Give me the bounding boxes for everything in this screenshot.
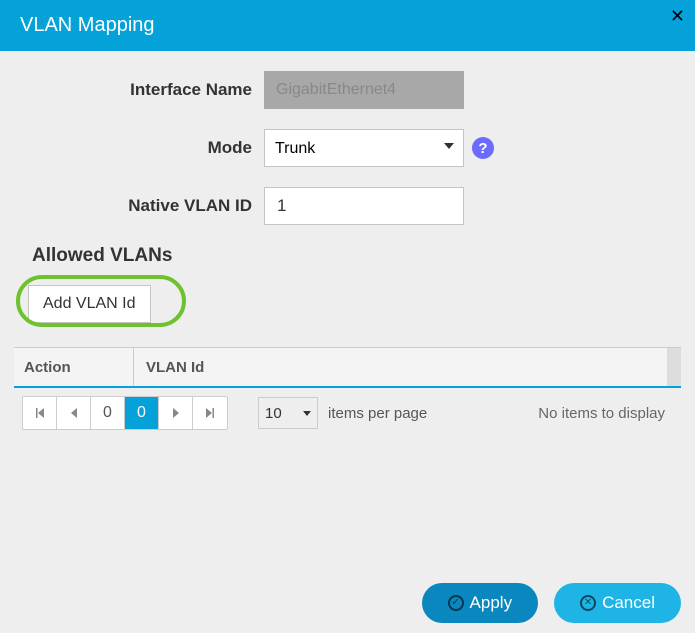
cancel-button[interactable]: ✕ Cancel <box>554 583 681 623</box>
last-page-icon <box>206 408 214 418</box>
pager: 0 0 <box>22 396 228 430</box>
dialog-header: VLAN Mapping ✕ <box>0 0 695 51</box>
mode-select-wrap: Trunk <box>264 129 464 167</box>
pager-page-left: 0 <box>91 397 125 429</box>
close-icon[interactable]: ✕ <box>670 6 685 27</box>
items-per-page-label: items per page <box>328 405 427 422</box>
chevron-down-icon <box>303 411 311 416</box>
add-vlan-button[interactable]: Add VLAN Id <box>28 285 151 323</box>
dialog-body: Interface Name Mode Trunk ? Native VLAN … <box>0 51 695 438</box>
page-size-select[interactable]: 10 <box>258 397 318 429</box>
mode-select[interactable]: Trunk <box>264 129 464 167</box>
help-icon[interactable]: ? <box>472 137 494 159</box>
check-icon: ✓ <box>448 595 464 611</box>
label-mode: Mode <box>14 138 264 158</box>
no-items-label: No items to display <box>538 405 665 422</box>
vlan-table: Action VLAN Id <box>14 347 681 438</box>
dialog-footer: ✓ Apply ✕ Cancel <box>422 583 681 623</box>
label-native-vlan: Native VLAN ID <box>14 196 264 216</box>
prev-page-icon <box>70 408 78 418</box>
vlan-mapping-dialog: VLAN Mapping ✕ Interface Name Mode Trunk… <box>0 0 695 633</box>
native-vlan-input[interactable] <box>264 187 464 225</box>
allowed-vlans-heading: Allowed VLANs <box>32 245 681 267</box>
pager-last-button[interactable] <box>193 397 227 429</box>
add-vlan-highlight: Add VLAN Id <box>28 285 151 323</box>
apply-label: Apply <box>470 593 513 613</box>
column-vlan-id: VLAN Id <box>134 348 667 386</box>
interface-name-field <box>264 71 464 109</box>
table-header-row: Action VLAN Id <box>14 348 681 388</box>
scrollbar-stub <box>667 348 681 386</box>
pager-row: 0 0 10 <box>14 388 681 438</box>
row-native-vlan: Native VLAN ID <box>14 187 681 225</box>
page-size-value: 10 <box>265 405 282 422</box>
pager-next-button[interactable] <box>159 397 193 429</box>
dialog-title: VLAN Mapping <box>20 14 155 36</box>
apply-button[interactable]: ✓ Apply <box>422 583 539 623</box>
cancel-label: Cancel <box>602 593 655 613</box>
row-mode: Mode Trunk ? <box>14 129 681 167</box>
pager-first-button[interactable] <box>23 397 57 429</box>
column-action: Action <box>14 348 134 386</box>
cross-icon: ✕ <box>580 595 596 611</box>
pager-page-current[interactable]: 0 <box>125 397 159 429</box>
row-interface-name: Interface Name <box>14 71 681 109</box>
first-page-icon <box>36 408 44 418</box>
label-interface-name: Interface Name <box>14 80 264 100</box>
next-page-icon <box>172 408 180 418</box>
pager-prev-button[interactable] <box>57 397 91 429</box>
